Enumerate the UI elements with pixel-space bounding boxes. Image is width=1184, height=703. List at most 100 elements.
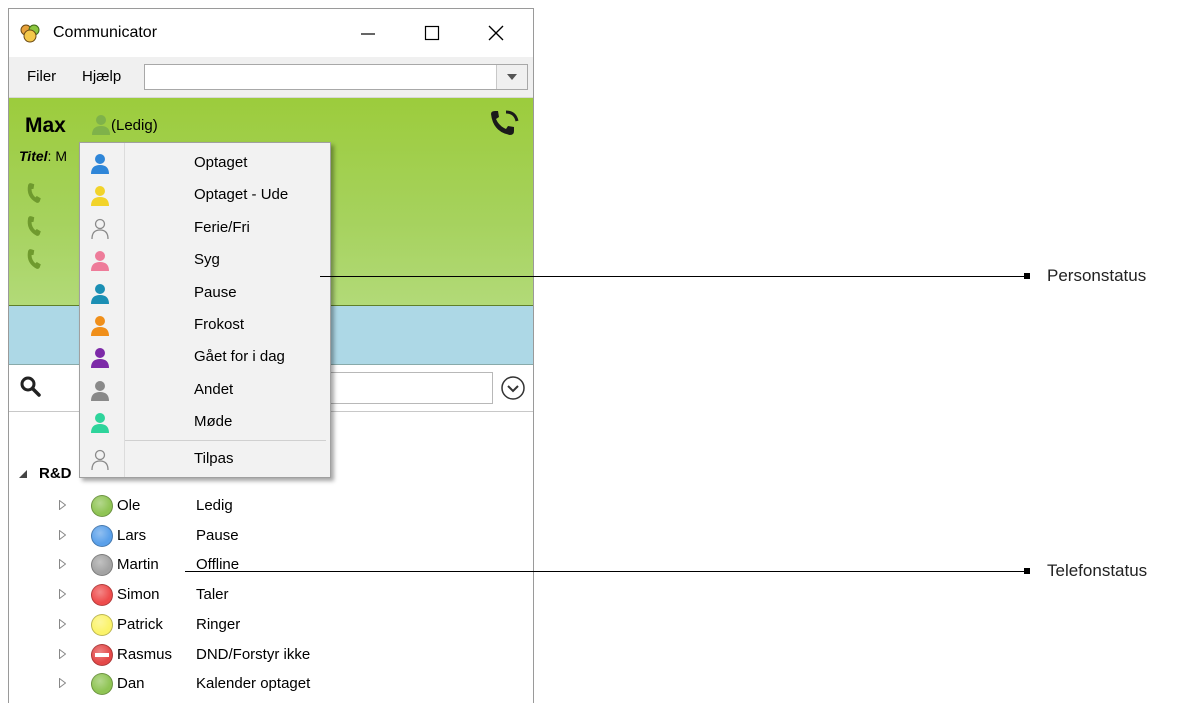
- contact-row[interactable]: Patrick Ringer: [9, 611, 533, 640]
- titel-value: M: [55, 148, 67, 164]
- contact-phone-status: Pause: [196, 526, 239, 544]
- phone-status-indicator: [91, 584, 113, 607]
- collapsed-triangle-icon[interactable]: [59, 559, 66, 570]
- contact-name: Martin: [117, 556, 159, 574]
- callout-marker-telefon: [1024, 568, 1030, 574]
- status-item-tilpas[interactable]: Tilpas: [80, 443, 330, 475]
- phone-status-indicator: [91, 524, 113, 547]
- contact-row[interactable]: Dan Kalender optaget: [9, 670, 533, 699]
- menu-bar: Filer Hjælp: [9, 57, 533, 98]
- phone-line-icon: [27, 249, 41, 269]
- maximize-button[interactable]: [399, 9, 465, 57]
- person-status-icon: [91, 348, 109, 369]
- window-title: Communicator: [53, 24, 158, 41]
- person-outline-icon: [91, 449, 109, 471]
- menu-separator: [125, 440, 326, 441]
- minimize-button[interactable]: [335, 9, 401, 57]
- contact-phone-status: Ringer: [196, 615, 241, 633]
- communicator-app-icon: [20, 24, 40, 43]
- contact-name: Dan: [117, 675, 145, 693]
- person-status-icon[interactable]: [91, 114, 111, 136]
- contact-row[interactable]: Rasmus DND/Forstyr ikke: [9, 641, 533, 670]
- contact-name: Rasmus: [117, 645, 173, 663]
- person-status-icon: [91, 218, 109, 239]
- menu-hjaelp[interactable]: Hjælp: [82, 68, 121, 85]
- phone-status-indicator: [91, 643, 113, 666]
- minimize-icon: [361, 33, 375, 35]
- person-status-icon: [91, 413, 109, 434]
- chevron-down-icon: [507, 74, 517, 80]
- status-item[interactable]: Frokost: [80, 309, 330, 341]
- group-label[interactable]: R&D: [39, 465, 72, 482]
- callout-line-person: [320, 276, 1025, 277]
- search-icon[interactable]: [19, 375, 41, 397]
- phone-status-indicator: [91, 613, 113, 636]
- callout-marker-person: [1024, 273, 1030, 279]
- contact-phone-status: Kalender optaget: [196, 675, 311, 693]
- status-item-label: Møde: [194, 413, 233, 431]
- status-item[interactable]: Møde: [80, 406, 330, 438]
- status-item-label: Syg: [194, 251, 220, 269]
- collapsed-triangle-icon[interactable]: [59, 618, 66, 629]
- status-item[interactable]: Optaget: [80, 147, 330, 179]
- status-item-label: Tilpas: [194, 450, 234, 467]
- phone-line-icon: [27, 216, 41, 236]
- contact-row[interactable]: Ole Ledig: [9, 492, 533, 521]
- phone-status-indicator: [91, 495, 113, 517]
- person-status-icon: [91, 316, 109, 336]
- dnd-bar: [95, 652, 109, 657]
- person-status-icon: [91, 283, 109, 304]
- person-status-icon: [91, 154, 109, 174]
- collapsed-triangle-icon[interactable]: [59, 589, 66, 600]
- status-item-label: Gået for i dag: [194, 348, 285, 366]
- status-item-label: Optaget - Ude: [194, 186, 289, 204]
- close-button[interactable]: [463, 9, 529, 57]
- close-icon: [488, 25, 504, 41]
- quick-search-combo[interactable]: [144, 64, 528, 90]
- collapsed-triangle-icon[interactable]: [59, 678, 66, 689]
- callout-telefonstatus: Telefonstatus: [1047, 561, 1148, 580]
- callout-personstatus: Personstatus: [1047, 266, 1147, 285]
- titel-label: Titel: [19, 148, 48, 164]
- combo-dropdown-button[interactable]: [496, 65, 527, 89]
- contact-row[interactable]: Martin Offline: [9, 551, 533, 580]
- person-status-icon: [91, 251, 109, 272]
- menu-filer[interactable]: Filer: [27, 68, 56, 85]
- contact-name: Simon: [117, 586, 160, 604]
- status-item-label: Frokost: [194, 316, 245, 333]
- status-item-label: Pause: [194, 283, 237, 301]
- filter-dropdown-icon[interactable]: [500, 375, 526, 401]
- callout-line-telefon: [185, 571, 1025, 572]
- user-title-row: Titel: M: [19, 148, 67, 164]
- person-status-icon: [91, 186, 109, 207]
- person-status-icon: [91, 380, 109, 401]
- contact-phone-status: Taler: [196, 586, 229, 604]
- status-item[interactable]: Andet: [80, 374, 330, 406]
- status-item[interactable]: Ferie/Fri: [80, 212, 330, 244]
- expanded-triangle-icon[interactable]: [19, 470, 27, 478]
- phone-status-indicator: [91, 554, 113, 577]
- status-item-label: Andet: [194, 380, 234, 398]
- status-item[interactable]: Syg: [80, 244, 330, 276]
- status-item[interactable]: Gået for i dag: [80, 341, 330, 373]
- status-item[interactable]: Optaget - Ude: [80, 179, 330, 211]
- maximize-icon: [424, 25, 440, 41]
- phone-line-icon: [27, 183, 41, 203]
- contact-phone-status: Ledig: [196, 497, 233, 514]
- contact-row[interactable]: Simon Taler: [9, 581, 533, 610]
- phone-hook-icon[interactable]: [487, 108, 521, 142]
- title-bar: Communicator: [9, 9, 533, 57]
- contact-name: Ole: [117, 497, 141, 514]
- status-item-label: Optaget: [194, 154, 248, 171]
- phone-status-indicator: [91, 673, 113, 696]
- collapsed-triangle-icon[interactable]: [59, 648, 66, 659]
- contact-phone-status: DND/Forstyr ikke: [196, 645, 311, 663]
- collapsed-triangle-icon[interactable]: [59, 529, 66, 540]
- status-item[interactable]: Pause: [80, 277, 330, 309]
- contact-row[interactable]: Lars Pause: [9, 522, 533, 551]
- user-name: Max: [25, 114, 66, 137]
- user-status-text[interactable]: (Ledig): [111, 117, 158, 134]
- collapsed-triangle-icon[interactable]: [59, 500, 66, 510]
- status-item-label: Ferie/Fri: [194, 218, 250, 236]
- contact-name: Lars: [117, 526, 147, 544]
